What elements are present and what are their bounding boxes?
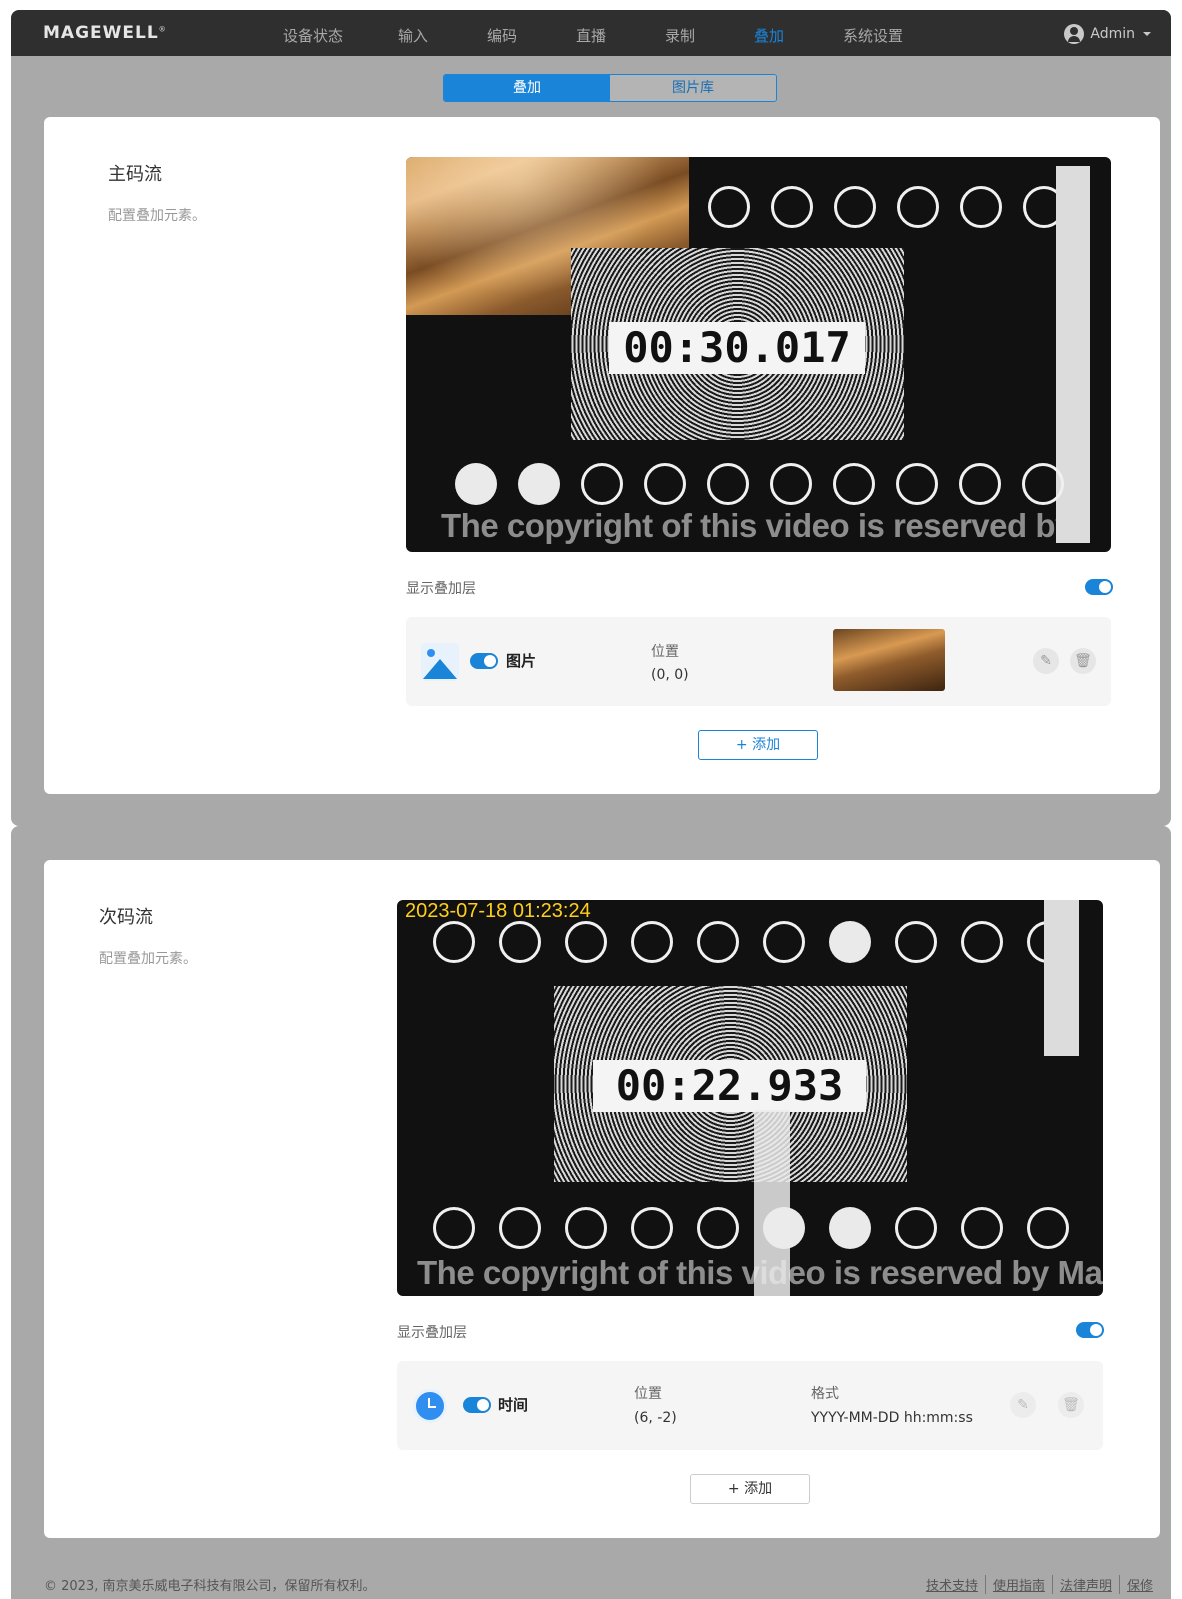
sub-stream-preview: 2023-07-18 01:23:24 00:22.933 The copyri… — [397, 900, 1103, 1296]
show-layers-label: 显示叠加层 — [397, 1325, 467, 1341]
main-stream-preview: 00:30.017 The copyright of this video is… — [406, 157, 1111, 552]
footer-copyright: © 2023, 南京美乐威电子科技有限公司，保留所有权利。 — [44, 1579, 376, 1594]
magewell-logo[interactable]: MAGEWELL® — [43, 23, 167, 43]
layer-name: 图片 — [506, 652, 537, 670]
chevron-down-icon — [1143, 32, 1151, 36]
show-layers-toggle[interactable] — [1076, 1322, 1104, 1338]
user-name: Admin — [1090, 26, 1135, 42]
link-warranty[interactable]: 保修 — [1118, 1575, 1160, 1594]
nav-encode[interactable]: 编码 — [487, 25, 517, 46]
nav-record[interactable]: 录制 — [665, 25, 695, 46]
image-icon — [421, 643, 459, 681]
link-tech-support[interactable]: 技术支持 — [919, 1575, 985, 1594]
edit-icon[interactable]: ✎ — [1033, 648, 1059, 674]
nav-input[interactable]: 输入 — [398, 25, 428, 46]
layer-enable-toggle[interactable] — [470, 653, 498, 669]
top-navbar: MAGEWELL® 设备状态 输入 编码 直播 录制 叠加 系统设置 Admin — [11, 10, 1171, 56]
link-legal[interactable]: 法律声明 — [1051, 1575, 1119, 1594]
main-stream-title: 主码流 — [108, 164, 162, 185]
layer-name: 时间 — [498, 1396, 529, 1414]
moving-bar-vertical — [754, 1110, 790, 1296]
trash-icon[interactable]: 🗑 — [1070, 648, 1096, 674]
position-value: (6, -2) — [634, 1410, 677, 1426]
layer-enable-toggle[interactable] — [463, 1397, 491, 1413]
layer-row: 图片 位置 (0, 0) ✎ 🗑 — [406, 617, 1111, 706]
user-icon — [1064, 24, 1085, 44]
sub-stream-desc: 配置叠加元素。 — [99, 951, 197, 967]
format-label: 格式 — [811, 1386, 839, 1402]
nav-live[interactable]: 直播 — [576, 25, 606, 46]
trash-icon[interactable]: 🗑 — [1058, 1392, 1084, 1418]
preview-timestamp: 2023-07-18 01:23:24 — [405, 900, 591, 922]
format-value: YYYY-MM-DD hh:mm:ss — [811, 1410, 973, 1426]
main-stream-desc: 配置叠加元素。 — [108, 208, 206, 224]
tab-image-library[interactable]: 图片库 — [610, 75, 776, 101]
moving-bar — [1044, 900, 1079, 1056]
preview-copyright: The copyright of this video is reserved … — [441, 507, 1056, 544]
add-layer-button[interactable]: + 添加 — [690, 1474, 810, 1504]
nav-system-settings[interactable]: 系统设置 — [843, 25, 903, 46]
preview-timer: 00:30.017 — [609, 322, 865, 374]
position-value: (0, 0) — [651, 667, 689, 683]
position-label: 位置 — [651, 644, 679, 660]
show-layers-toggle[interactable] — [1085, 579, 1113, 595]
clock-icon — [413, 1389, 447, 1423]
show-layers-label: 显示叠加层 — [406, 581, 476, 597]
position-label: 位置 — [634, 1386, 662, 1402]
link-user-guide[interactable]: 使用指南 — [984, 1575, 1052, 1594]
layer-row: 时间 位置 (6, -2) 格式 YYYY-MM-DD hh:mm:ss ✎ 🗑 — [397, 1361, 1103, 1450]
add-layer-button[interactable]: + 添加 — [698, 730, 818, 760]
user-menu[interactable]: Admin — [1064, 24, 1151, 44]
nav-device-status[interactable]: 设备状态 — [283, 25, 343, 46]
sub-stream-title: 次码流 — [99, 907, 153, 928]
nav-overlay[interactable]: 叠加 — [754, 25, 784, 46]
tab-overlay[interactable]: 叠加 — [444, 75, 610, 101]
footer-links: 技术支持 使用指南 法律声明 保修 — [919, 1575, 1160, 1594]
layer-thumbnail — [833, 629, 945, 691]
edit-icon[interactable]: ✎ — [1010, 1392, 1036, 1418]
overlay-tabs: 叠加 图片库 — [443, 74, 777, 102]
preview-timer: 00:22.933 — [593, 1060, 866, 1112]
